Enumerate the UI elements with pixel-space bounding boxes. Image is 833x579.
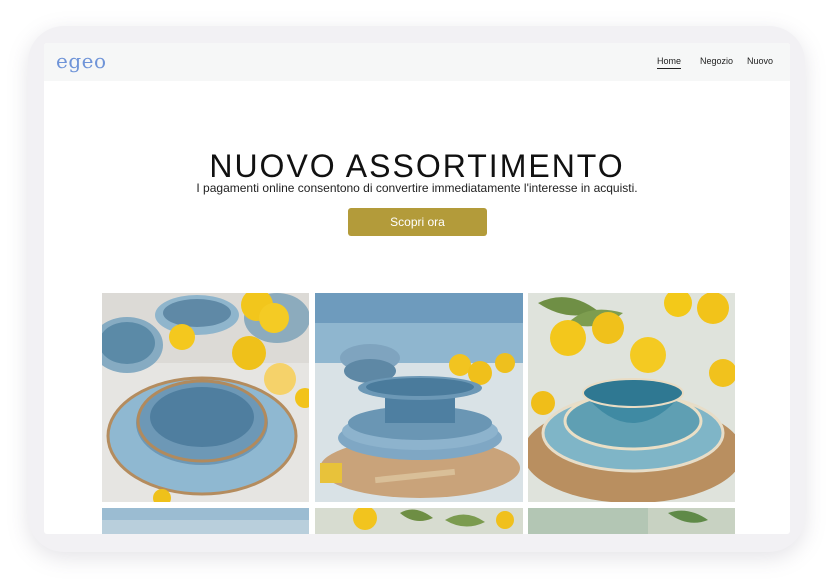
scopri-ora-button[interactable]: Scopri ora (348, 208, 487, 236)
nav-negozio-link[interactable]: Negozio (700, 56, 733, 66)
hero-title: NUOVO ASSORTIMENTO (209, 148, 625, 185)
browser-viewport: egeo Home Negozio Nuovo NUOVO ASSORTIMEN… (44, 43, 790, 534)
nav-nuovo-link[interactable]: Nuovo (747, 56, 773, 66)
hero-subtitle: I pagamenti online consentono di convert… (196, 181, 638, 195)
turquoise-bowl-on-rattan-placemat-image[interactable] (528, 293, 735, 502)
top-navigation-bar: egeo Home Negozio Nuovo (44, 43, 790, 81)
garden-table-image[interactable] (528, 508, 735, 534)
lemons-and-greenery-image[interactable] (315, 508, 523, 534)
sea-view-tableware-image[interactable] (102, 508, 309, 534)
stacked-blue-ceramic-plates-image[interactable] (315, 293, 523, 502)
blue-ceramic-bowls-with-lemons-image[interactable] (102, 293, 309, 502)
nav-home-link[interactable]: Home (657, 56, 682, 69)
egeo-logo[interactable]: egeo (56, 49, 107, 73)
